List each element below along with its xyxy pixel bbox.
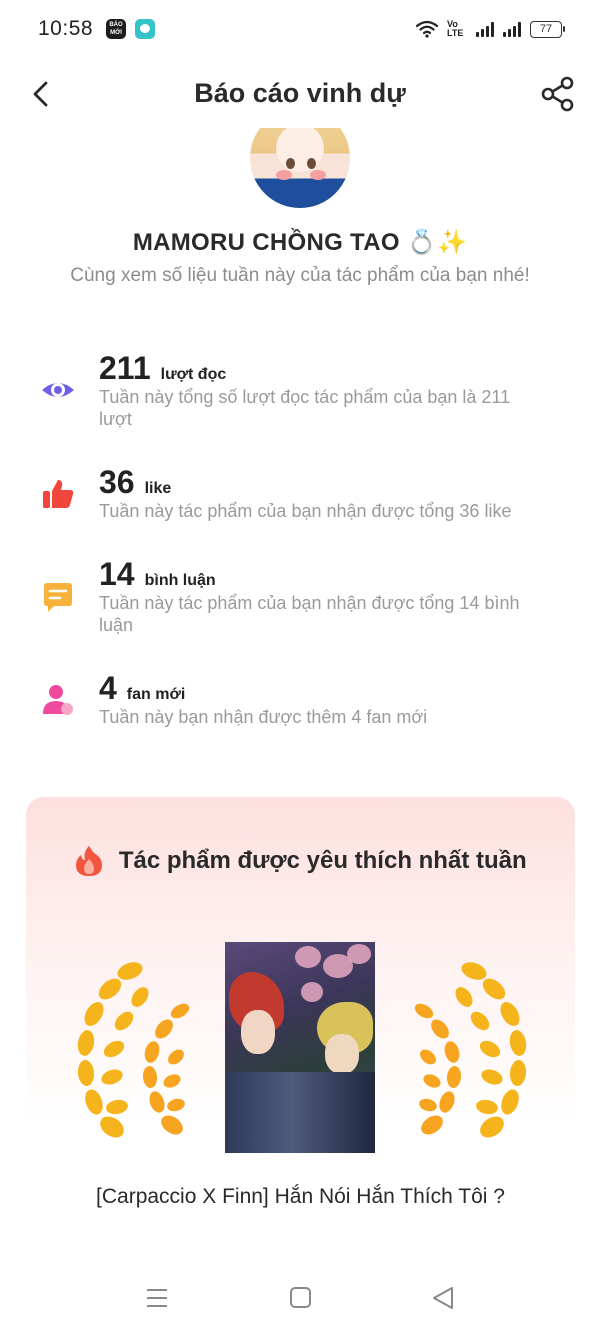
stat-description: Tuần này tác phẩm của bạn nhận được tổng… <box>99 593 520 635</box>
fire-icon <box>76 846 103 876</box>
stat-description: Tuần này bạn nhận được thêm 4 fan mới <box>99 707 428 727</box>
menu-icon[interactable] <box>142 1284 172 1312</box>
stat-description: Tuần này tác phẩm của bạn nhận được tổng… <box>99 501 512 521</box>
user-icon <box>43 685 73 715</box>
stat-number: 4 <box>99 670 117 706</box>
username: MAMORU CHỒNG TAO 💍✨ <box>132 229 468 256</box>
favorite-title-row: Tác phẩm được yêu thích nhất tuần <box>26 845 575 877</box>
status-indicators: Vo LTE 77 <box>416 18 565 40</box>
page-title: Báo cáo vinh dự <box>194 78 406 108</box>
chat-bubble-icon <box>135 19 155 39</box>
work-title[interactable]: [Carpaccio X Finn] Hắn Nói Hắn Thích Tôi… <box>26 1185 575 1209</box>
laurel-left-icon <box>77 962 190 1138</box>
stat-unit: bình luận <box>144 572 216 589</box>
volte-icon: Vo LTE <box>447 19 464 38</box>
stat-unit: lượt đọc <box>160 366 227 383</box>
stat-unit: fan mới <box>126 686 186 703</box>
status-bar: 10:58 BÁO MỚI Vo LTE 77 <box>0 0 600 60</box>
thumbs-up-icon <box>43 480 74 508</box>
stat-description: Tuần này tổng số lượt đọc tác phẩm của b… <box>99 387 511 429</box>
home-square-icon[interactable] <box>286 1284 316 1312</box>
share-icon[interactable] <box>540 76 576 112</box>
favorite-title: Tác phẩm được yêu thích nhất tuần <box>118 847 527 874</box>
stat-number: 14 <box>99 556 135 592</box>
status-time: 10:58 <box>38 17 94 40</box>
eye-icon <box>42 383 74 397</box>
battery-icon: 77 <box>530 20 565 38</box>
subtitle: Cùng xem số liệu tuần này của tác phẩm c… <box>70 265 530 286</box>
comment-icon <box>44 583 72 612</box>
stat-number: 211 <box>99 350 151 386</box>
stat-unit: like <box>144 480 172 497</box>
favorite-work-card[interactable]: Tác phẩm được yêu thích nhất tuần [Carpa… <box>26 797 575 1267</box>
stat-number: 36 <box>99 464 135 500</box>
system-nav-bar <box>0 1262 600 1333</box>
signal-icon-2 <box>503 21 521 37</box>
wifi-icon <box>416 20 438 38</box>
work-cover-image[interactable] <box>225 942 375 1153</box>
signal-icon <box>476 21 494 37</box>
back-triangle-icon[interactable] <box>428 1284 458 1312</box>
baomoi-icon: BÁO MỚI <box>106 19 126 39</box>
laurel-right-icon <box>414 962 527 1138</box>
header: Báo cáo vinh dự <box>0 64 600 124</box>
